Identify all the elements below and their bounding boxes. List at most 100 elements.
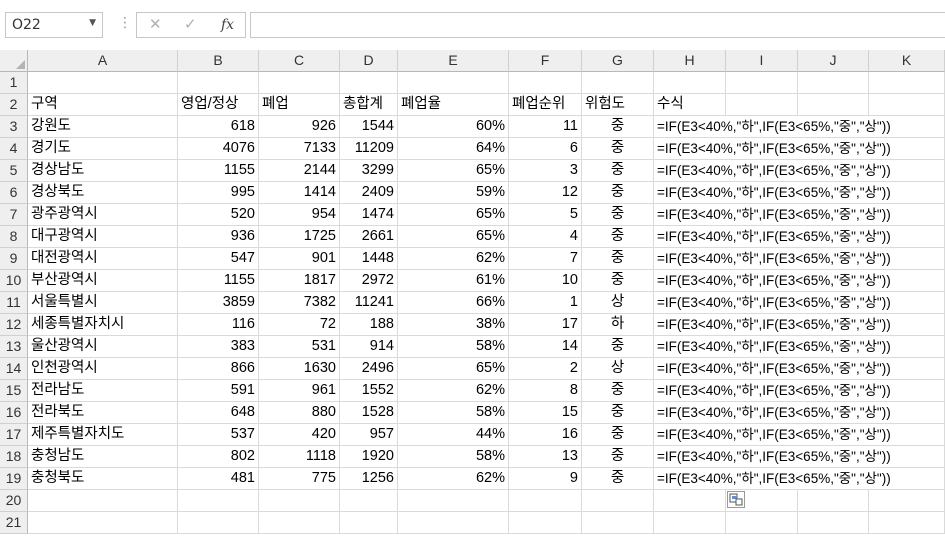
cell-g19[interactable]: 중 — [582, 468, 654, 490]
cell-g17[interactable]: 중 — [582, 424, 654, 446]
cell-h13[interactable]: =IF(E3<40%,"하",IF(E3<65%,"중","상")) — [654, 336, 891, 358]
cell-f11[interactable]: 1 — [509, 292, 582, 314]
cell-c3[interactable]: 926 — [259, 116, 340, 138]
row-header-9[interactable]: 9 — [0, 248, 28, 270]
cell-g16[interactable]: 중 — [582, 402, 654, 424]
cell-f3[interactable]: 11 — [509, 116, 582, 138]
cell-f7[interactable]: 5 — [509, 204, 582, 226]
row-header-18[interactable]: 18 — [0, 446, 28, 468]
cell-e12[interactable]: 38% — [398, 314, 509, 336]
cell-d17[interactable]: 957 — [340, 424, 398, 446]
cell-d18[interactable]: 1920 — [340, 446, 398, 468]
cell-d14[interactable]: 2496 — [340, 358, 398, 380]
cell-b1[interactable] — [178, 72, 259, 94]
cell-a11[interactable]: 서울특별시 — [28, 292, 178, 314]
column-header-j[interactable]: J — [798, 50, 869, 72]
formula-input[interactable] — [250, 12, 945, 38]
cell-d3[interactable]: 1544 — [340, 116, 398, 138]
cell-f8[interactable]: 4 — [509, 226, 582, 248]
cell-e3[interactable]: 60% — [398, 116, 509, 138]
cell-a19[interactable]: 충청북도 — [28, 468, 178, 490]
cell-f14[interactable]: 2 — [509, 358, 582, 380]
row-header-17[interactable]: 17 — [0, 424, 28, 446]
cell-f16[interactable]: 15 — [509, 402, 582, 424]
cell-g14[interactable]: 상 — [582, 358, 654, 380]
cell-b4[interactable]: 4076 — [178, 138, 259, 160]
cell-b12[interactable]: 116 — [178, 314, 259, 336]
row-header-21[interactable]: 21 — [0, 512, 28, 534]
cell-e10[interactable]: 61% — [398, 270, 509, 292]
cell-a18[interactable]: 충청남도 — [28, 446, 178, 468]
row-header-14[interactable]: 14 — [0, 358, 28, 380]
chevron-down-icon[interactable]: ▼ — [89, 18, 96, 28]
column-header-h[interactable]: H — [654, 50, 726, 72]
row-header-15[interactable]: 15 — [0, 380, 28, 402]
cell-f10[interactable]: 10 — [509, 270, 582, 292]
cell-c11[interactable]: 7382 — [259, 292, 340, 314]
row-header-6[interactable]: 6 — [0, 182, 28, 204]
row-header-3[interactable]: 3 — [0, 116, 28, 138]
cell-a2[interactable]: 구역 — [28, 94, 178, 116]
row-header-13[interactable]: 13 — [0, 336, 28, 358]
cell-e8[interactable]: 65% — [398, 226, 509, 248]
cell-a7[interactable]: 광주광역시 — [28, 204, 178, 226]
cell-f9[interactable]: 7 — [509, 248, 582, 270]
row-header-5[interactable]: 5 — [0, 160, 28, 182]
cell-f2[interactable]: 폐업순위 — [509, 94, 582, 116]
cell-g8[interactable]: 중 — [582, 226, 654, 248]
cell-d12[interactable]: 188 — [340, 314, 398, 336]
cell-d4[interactable]: 11209 — [340, 138, 398, 160]
cell-b9[interactable]: 547 — [178, 248, 259, 270]
cell-h20[interactable] — [654, 490, 726, 512]
paste-options-icon[interactable] — [727, 491, 745, 508]
cell-h11[interactable]: =IF(E3<40%,"하",IF(E3<65%,"중","상")) — [654, 292, 891, 314]
cell-a13[interactable]: 울산광역시 — [28, 336, 178, 358]
cell-e16[interactable]: 58% — [398, 402, 509, 424]
cell-h8[interactable]: =IF(E3<40%,"하",IF(E3<65%,"중","상")) — [654, 226, 891, 248]
cell-g12[interactable]: 하 — [582, 314, 654, 336]
cell-f20[interactable] — [509, 490, 582, 512]
cell-g18[interactable]: 중 — [582, 446, 654, 468]
cell-a17[interactable]: 제주특별자치도 — [28, 424, 178, 446]
cell-b20[interactable] — [178, 490, 259, 512]
cell-e13[interactable]: 58% — [398, 336, 509, 358]
cell-c2[interactable]: 폐업 — [259, 94, 340, 116]
cell-f15[interactable]: 8 — [509, 380, 582, 402]
cell-c12[interactable]: 72 — [259, 314, 340, 336]
cell-b10[interactable]: 1155 — [178, 270, 259, 292]
cell-i21[interactable] — [726, 512, 798, 534]
cell-b21[interactable] — [178, 512, 259, 534]
cell-c21[interactable] — [259, 512, 340, 534]
cell-d16[interactable]: 1528 — [340, 402, 398, 424]
column-header-i[interactable]: I — [726, 50, 798, 72]
cell-c8[interactable]: 1725 — [259, 226, 340, 248]
cell-d6[interactable]: 2409 — [340, 182, 398, 204]
cell-i1[interactable] — [726, 72, 798, 94]
cell-a5[interactable]: 경상남도 — [28, 160, 178, 182]
cell-b19[interactable]: 481 — [178, 468, 259, 490]
cell-d11[interactable]: 11241 — [340, 292, 398, 314]
cell-c16[interactable]: 880 — [259, 402, 340, 424]
cell-b14[interactable]: 866 — [178, 358, 259, 380]
cell-c4[interactable]: 7133 — [259, 138, 340, 160]
row-header-2[interactable]: 2 — [0, 94, 28, 116]
cell-h21[interactable] — [654, 512, 726, 534]
cell-k21[interactable] — [869, 512, 945, 534]
cell-f4[interactable]: 6 — [509, 138, 582, 160]
cell-b3[interactable]: 618 — [178, 116, 259, 138]
cell-b15[interactable]: 591 — [178, 380, 259, 402]
cell-f5[interactable]: 3 — [509, 160, 582, 182]
cell-d1[interactable] — [340, 72, 398, 94]
cell-d2[interactable]: 총합계 — [340, 94, 398, 116]
column-header-d[interactable]: D — [340, 50, 398, 72]
cell-h9[interactable]: =IF(E3<40%,"하",IF(E3<65%,"중","상")) — [654, 248, 891, 270]
cell-h19[interactable]: =IF(E3<40%,"하",IF(E3<65%,"중","상")) — [654, 468, 891, 490]
cell-e15[interactable]: 62% — [398, 380, 509, 402]
column-header-c[interactable]: C — [259, 50, 340, 72]
enter-icon[interactable]: ✓ — [184, 15, 197, 33]
column-header-e[interactable]: E — [398, 50, 509, 72]
cell-a21[interactable] — [28, 512, 178, 534]
cell-g13[interactable]: 중 — [582, 336, 654, 358]
row-header-20[interactable]: 20 — [0, 490, 28, 512]
cell-j21[interactable] — [798, 512, 869, 534]
